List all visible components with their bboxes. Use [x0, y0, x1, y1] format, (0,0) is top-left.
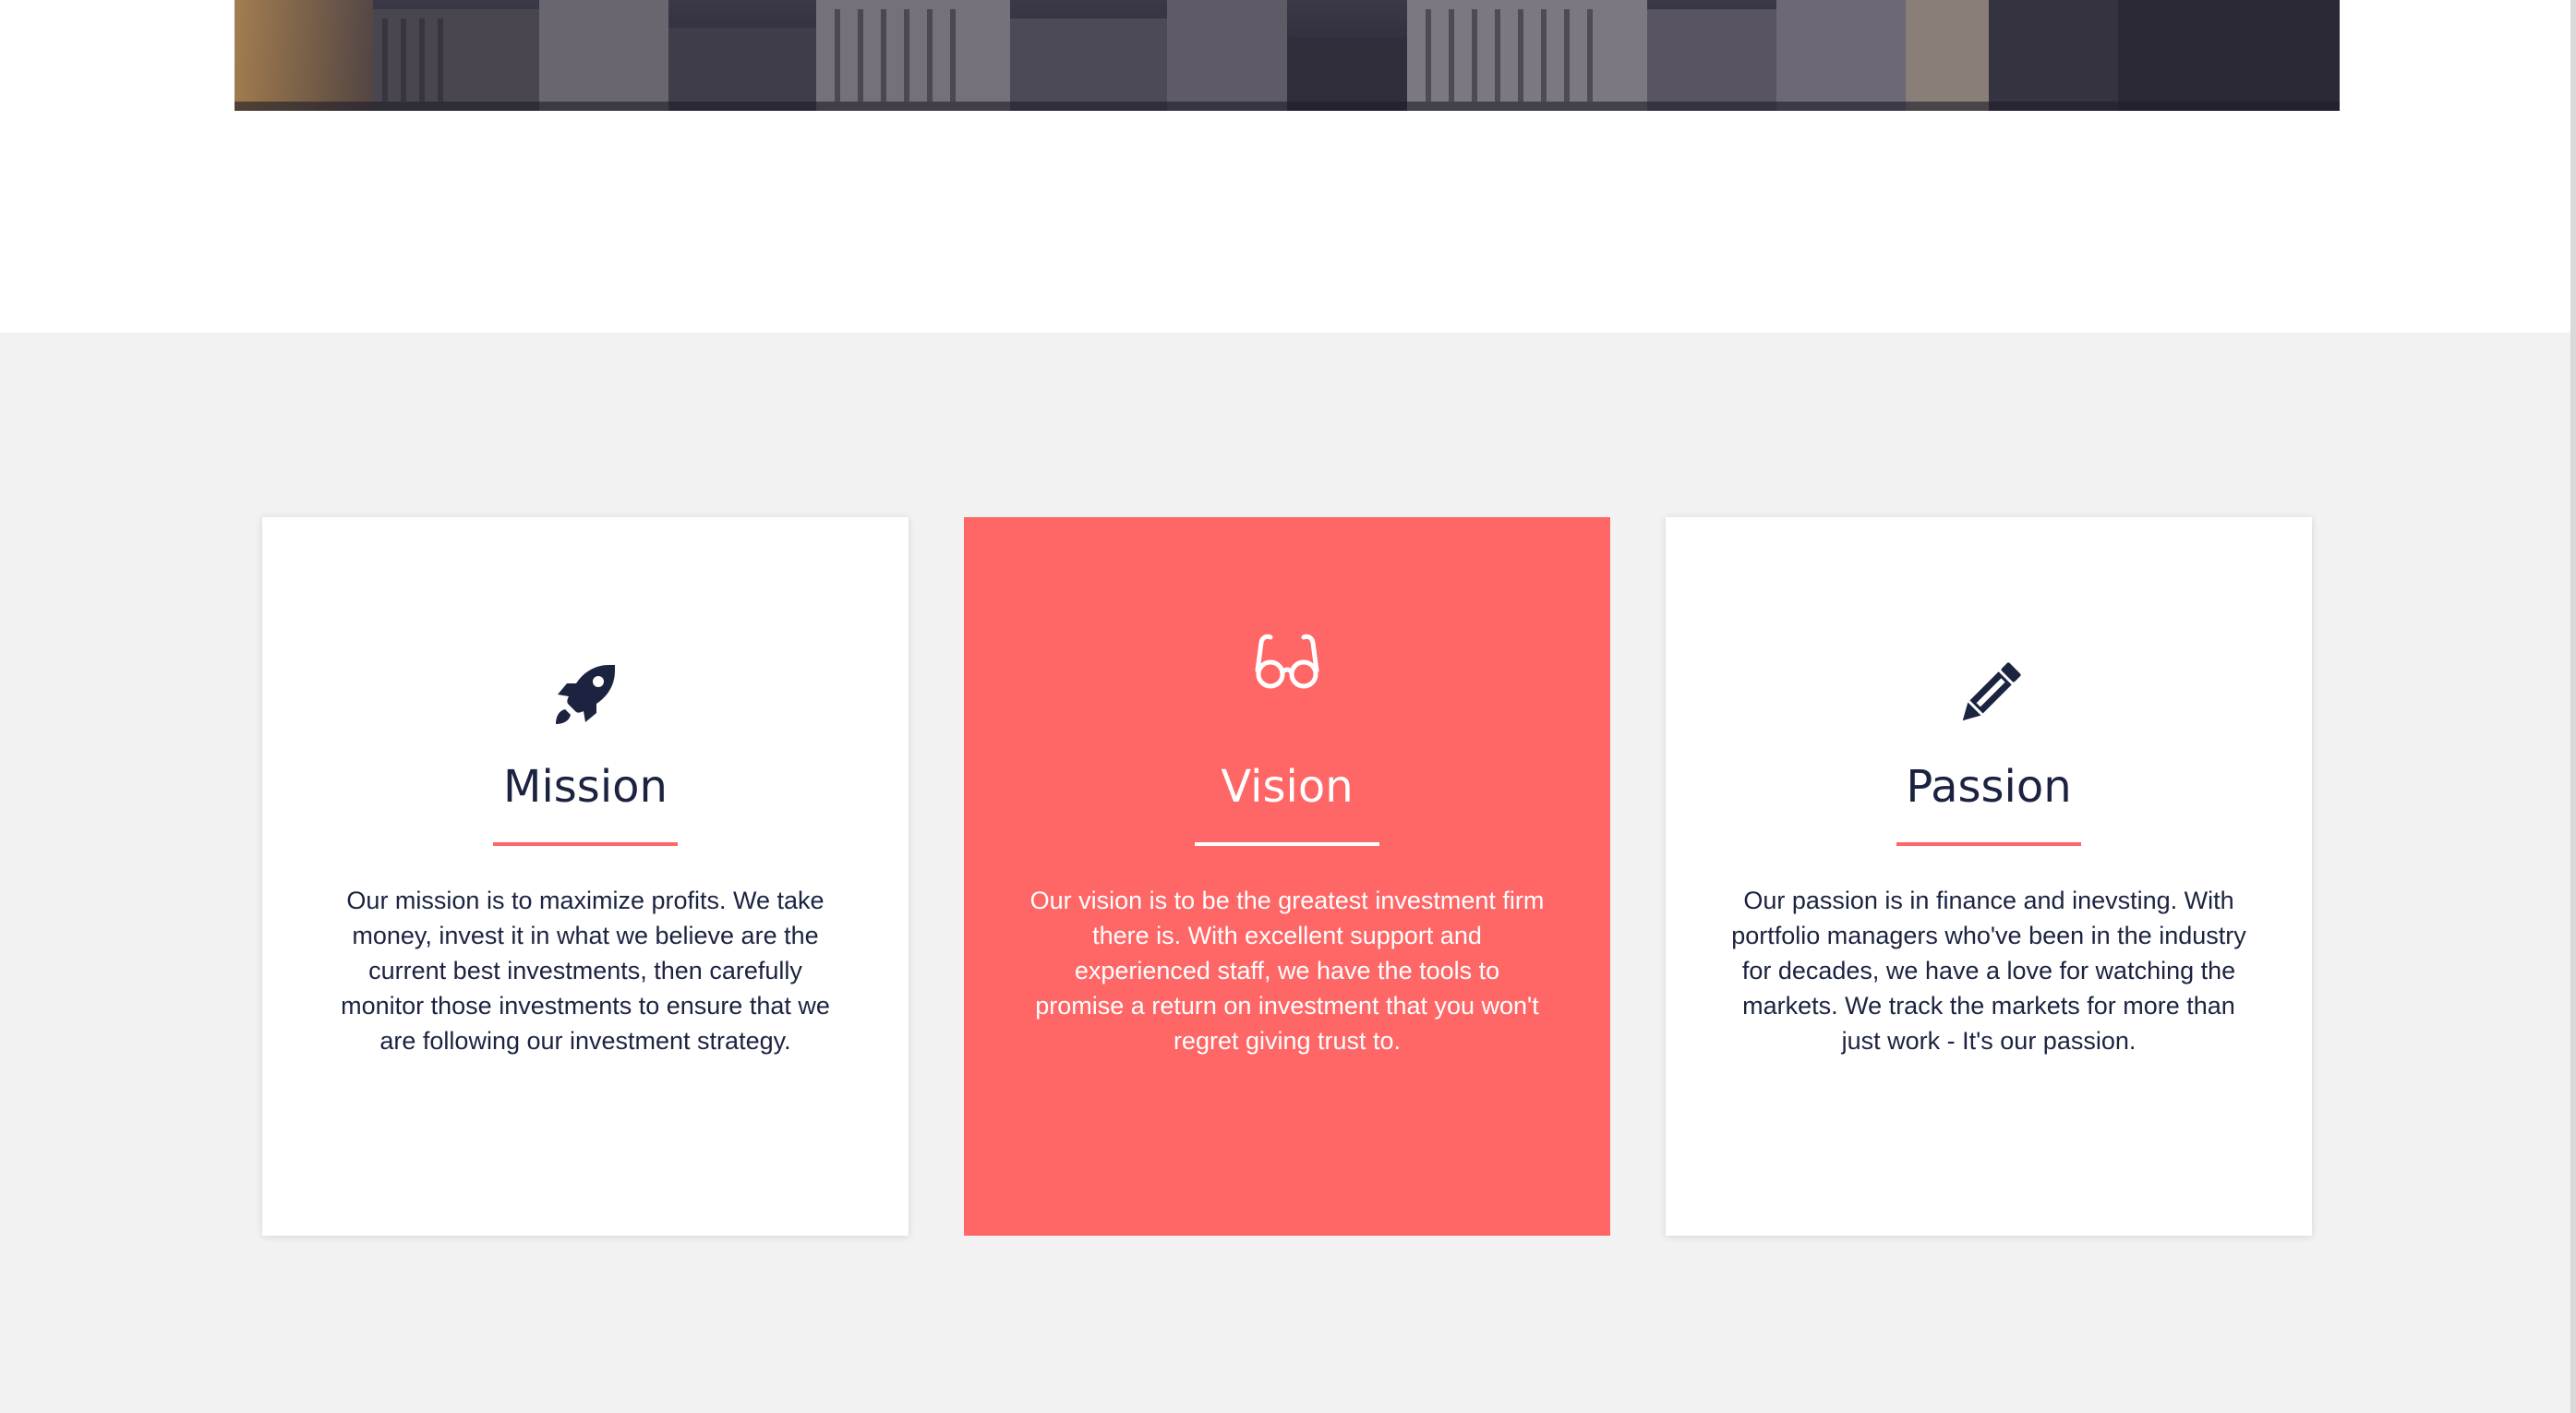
pencil-icon [1952, 658, 2026, 731]
title-underline [1195, 842, 1379, 846]
rocket-icon [548, 658, 622, 731]
hero-city-image [235, 0, 2340, 111]
passion-card: Passion Our passion is in finance and in… [1666, 517, 2312, 1236]
glasses-icon [1250, 626, 1324, 700]
vision-card: Vision Our vision is to be the greatest … [964, 517, 1610, 1236]
card-description: Our passion is in finance and inevsting.… [1731, 887, 2246, 1055]
card-title: Passion [1906, 761, 2072, 813]
card-title: Vision [1221, 761, 1354, 813]
mission-card: Mission Our mission is to maximize profi… [262, 517, 909, 1236]
title-underline [493, 842, 678, 846]
card-title: Mission [503, 761, 668, 813]
card-description: Our mission is to maximize profits. We t… [341, 887, 830, 1055]
title-underline [1896, 842, 2081, 846]
page: Mission Our mission is to maximize profi… [0, 0, 2570, 1413]
card-description: Our vision is to be the greatest investm… [1029, 887, 1545, 1055]
window-edge [2570, 0, 2576, 1413]
